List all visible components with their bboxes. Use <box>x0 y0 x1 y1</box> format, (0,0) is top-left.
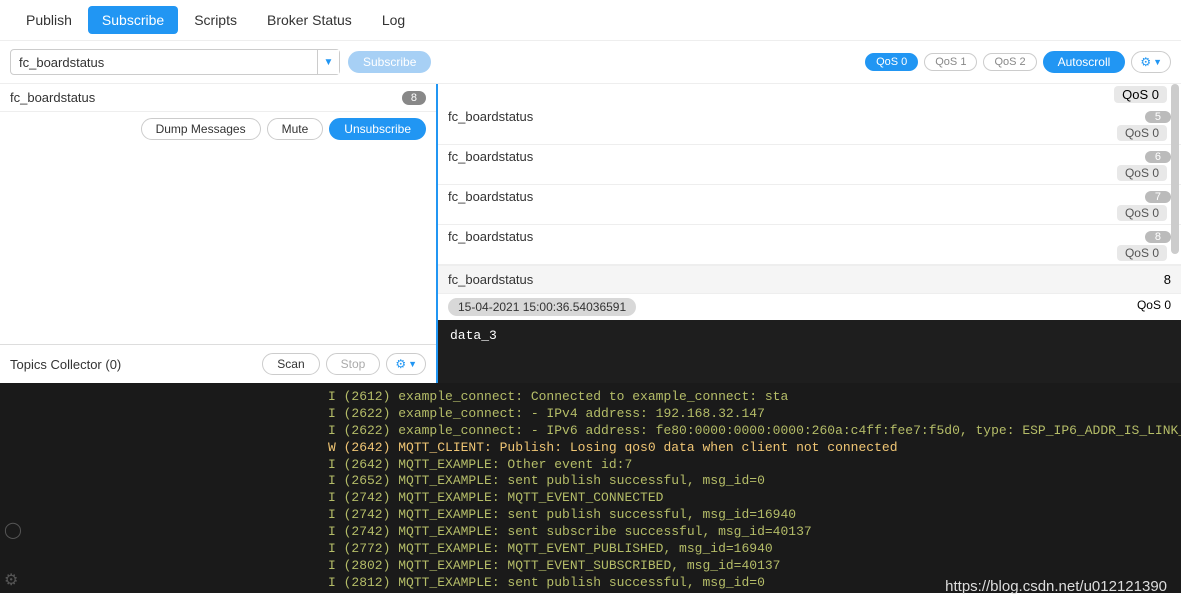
subscribe-bar: ▼ Subscribe QoS 0 QoS 1 QoS 2 Autoscroll… <box>0 41 1181 83</box>
detail-topic: fc_boardstatus <box>448 272 533 287</box>
subscription-count-badge: 8 <box>402 91 426 105</box>
subscription-actions: Dump Messages Mute Unsubscribe <box>0 112 436 146</box>
mute-button[interactable]: Mute <box>267 118 324 140</box>
message-row[interactable]: fc_boardstatus 6 QoS 0 <box>438 145 1181 185</box>
detail-number: 8 <box>1164 272 1171 287</box>
message-row[interactable]: fc_boardstatus 7 QoS 0 <box>438 185 1181 225</box>
gear-icon: ⚙ <box>4 570 18 590</box>
qos-0-button[interactable]: QoS 0 <box>865 53 918 71</box>
message-detail-body: data_3 <box>438 320 1181 383</box>
detail-qos: QoS 0 <box>1137 298 1171 316</box>
terminal-output[interactable]: I (2612) example_connect: Connected to e… <box>0 383 1181 593</box>
message-qos: QoS 0 <box>1117 205 1167 221</box>
message-topic: fc_boardstatus <box>448 149 533 164</box>
gauge-icon: ◯ <box>4 520 22 540</box>
subscriptions-panel: fc_boardstatus 8 Dump Messages Mute Unsu… <box>0 84 438 383</box>
detail-timestamp: 15-04-2021 15:00:36.54036591 <box>448 298 636 316</box>
message-qos: QoS 0 <box>1117 125 1167 141</box>
message-topic: fc_boardstatus <box>448 229 533 244</box>
qos-1-button[interactable]: QoS 1 <box>924 53 977 71</box>
subscription-topic-name: fc_boardstatus <box>10 90 95 105</box>
message-list[interactable]: fc_boardstatus 5 QoS 0 fc_boardstatus 6 Qo… <box>438 105 1181 265</box>
dump-messages-button[interactable]: Dump Messages <box>141 118 261 140</box>
chevron-down-icon: ▼ <box>324 57 334 68</box>
tab-subscribe[interactable]: Subscribe <box>88 6 178 34</box>
message-row[interactable]: fc_boardstatus 5 QoS 0 <box>438 105 1181 145</box>
topic-input-wrap: ▼ <box>10 49 340 75</box>
message-topic: fc_boardstatus <box>448 189 533 204</box>
tab-publish[interactable]: Publish <box>12 6 86 34</box>
message-qos: QoS 0 <box>1114 86 1167 103</box>
message-number-badge: 6 <box>1145 151 1171 163</box>
scrollbar[interactable] <box>1171 84 1179 254</box>
message-row[interactable]: fc_boardstatus 8 QoS 0 <box>438 225 1181 265</box>
message-detail-header: fc_boardstatus 8 <box>438 265 1181 294</box>
right-controls: QoS 0 QoS 1 QoS 2 Autoscroll ⚙ ▼ <box>865 51 1171 73</box>
watermark: https://blog.csdn.net/u012121390 <box>945 578 1167 595</box>
collector-settings-button[interactable]: ⚙ ▼ <box>386 353 426 375</box>
message-qos: QoS 0 <box>1117 165 1167 181</box>
message-topic: fc_boardstatus <box>448 109 533 124</box>
topic-dropdown-button[interactable]: ▼ <box>317 50 339 74</box>
tab-scripts[interactable]: Scripts <box>180 6 251 34</box>
message-qos: QoS 0 <box>1117 245 1167 261</box>
subscribe-button[interactable]: Subscribe <box>348 51 431 73</box>
tab-broker-status[interactable]: Broker Status <box>253 6 366 34</box>
messages-panel: QoS 0 fc_boardstatus 5 QoS 0 fc_boardstat… <box>438 84 1181 383</box>
message-detail-meta: 15-04-2021 15:00:36.54036591 QoS 0 <box>438 294 1181 320</box>
gear-icon: ⚙ <box>1140 55 1151 69</box>
tab-log[interactable]: Log <box>368 6 419 34</box>
topics-collector-label: Topics Collector (0) <box>10 357 256 372</box>
settings-button[interactable]: ⚙ ▼ <box>1131 51 1171 73</box>
main-area: fc_boardstatus 8 Dump Messages Mute Unsu… <box>0 83 1181 383</box>
autoscroll-button[interactable]: Autoscroll <box>1043 51 1126 73</box>
message-number-badge: 8 <box>1145 231 1171 243</box>
topic-input[interactable] <box>11 55 317 70</box>
topics-collector: Topics Collector (0) Scan Stop ⚙ ▼ <box>0 344 436 383</box>
stop-button[interactable]: Stop <box>326 353 381 375</box>
top-tabs: Publish Subscribe Scripts Broker Status … <box>0 0 1181 41</box>
scan-button[interactable]: Scan <box>262 353 319 375</box>
message-number-badge: 5 <box>1145 111 1171 123</box>
chevron-down-icon: ▼ <box>408 359 417 369</box>
qos-2-button[interactable]: QoS 2 <box>983 53 1036 71</box>
unsubscribe-button[interactable]: Unsubscribe <box>329 118 426 140</box>
chevron-down-icon: ▼ <box>1153 57 1162 67</box>
gear-icon: ⚙ <box>395 357 406 371</box>
subscription-row[interactable]: fc_boardstatus 8 <box>0 84 436 112</box>
message-number-badge: 7 <box>1145 191 1171 203</box>
